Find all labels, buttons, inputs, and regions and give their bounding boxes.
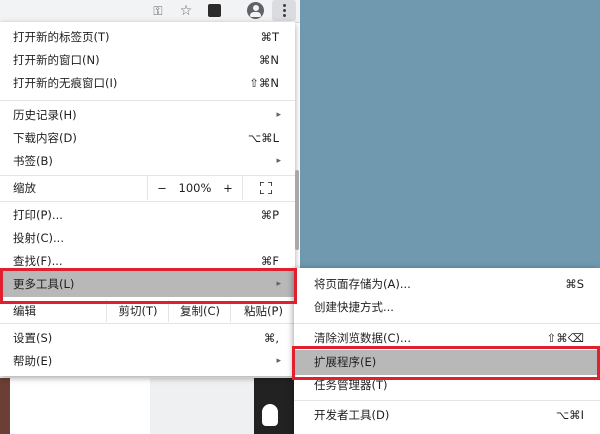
page-background-image bbox=[0, 378, 10, 434]
submenu-item-save-page[interactable]: 将页面存储为(A)... ⌘S bbox=[294, 273, 600, 296]
menu-item-bookmarks[interactable]: 书签(B) ▸ bbox=[0, 150, 295, 173]
menu-item-label: 打开新的窗口(N) bbox=[13, 53, 100, 67]
zoom-in-button[interactable]: + bbox=[218, 176, 238, 200]
menu-item-shortcut: ⌘T bbox=[260, 30, 279, 44]
menu-item-find[interactable]: 查找(F)... ⌘F bbox=[0, 250, 295, 273]
menu-item-print[interactable]: 打印(P)... ⌘P bbox=[0, 204, 295, 227]
menu-separator bbox=[0, 201, 295, 202]
chevron-right-icon: ▸ bbox=[276, 156, 281, 166]
menu-item-label: 设置(S) bbox=[13, 331, 53, 345]
qq-penguin-icon bbox=[262, 404, 278, 426]
zoom-out-button[interactable]: − bbox=[152, 176, 172, 200]
copy-button[interactable]: 复制(C) bbox=[168, 300, 231, 322]
menu-item-help[interactable]: 帮助(E) ▸ bbox=[0, 350, 295, 373]
menu-item-label: 更多工具(L) bbox=[13, 277, 75, 291]
menu-item-label: 扩展程序(E) bbox=[314, 355, 377, 369]
menu-item-new-tab[interactable]: 打开新的标签页(T) ⌘T bbox=[0, 26, 295, 49]
menu-item-shortcut: ⌘P bbox=[260, 208, 279, 222]
key-icon[interactable]: ⚿ bbox=[150, 2, 166, 20]
menu-item-shortcut: ⌘N bbox=[258, 53, 279, 67]
zoom-label: 缩放 bbox=[13, 181, 36, 195]
menu-item-shortcut: ⌘, bbox=[263, 331, 279, 345]
zoom-controls: − 100% + bbox=[147, 176, 243, 200]
submenu-item-task-manager[interactable]: 任务管理器(T) bbox=[294, 374, 600, 397]
menu-item-label: 帮助(E) bbox=[13, 354, 53, 368]
menu-item-shortcut: ⌘S bbox=[565, 277, 584, 291]
menu-item-label: 投射(C)... bbox=[13, 231, 64, 245]
page-scrollbar[interactable] bbox=[295, 170, 299, 250]
menu-item-label: 任务管理器(T) bbox=[314, 378, 388, 392]
menu-item-history[interactable]: 历史记录(H) ▸ bbox=[0, 104, 295, 127]
menu-edit-row: 编辑 剪切(T) 复制(C) 粘贴(P) bbox=[0, 300, 295, 322]
menu-separator bbox=[294, 400, 600, 401]
menu-item-label: 下载内容(D) bbox=[13, 131, 77, 145]
menu-item-label: 查找(F)... bbox=[13, 254, 63, 268]
browser-toolbar: ⚿ ☆ bbox=[0, 0, 300, 23]
star-icon[interactable]: ☆ bbox=[178, 2, 194, 20]
menu-item-label: 将页面存储为(A)... bbox=[314, 277, 411, 291]
submenu-item-developer-tools[interactable]: 开发者工具(D) ⌥⌘I bbox=[294, 404, 600, 427]
fullscreen-icon[interactable] bbox=[260, 182, 272, 194]
menu-item-label: 开发者工具(D) bbox=[314, 408, 390, 422]
menu-item-label: 书签(B) bbox=[13, 154, 53, 168]
menu-item-label: 打开新的无痕窗口(I) bbox=[13, 76, 118, 90]
dot-icon bbox=[282, 14, 286, 17]
menu-separator bbox=[294, 323, 600, 324]
menu-item-settings[interactable]: 设置(S) ⌘, bbox=[0, 327, 295, 350]
menu-item-label: 清除浏览数据(C)... bbox=[314, 331, 411, 345]
extension-icon[interactable] bbox=[208, 4, 221, 17]
chevron-right-icon: ▸ bbox=[276, 110, 281, 120]
menu-item-more-tools[interactable]: 更多工具(L) ▸ bbox=[0, 271, 295, 297]
chrome-main-menu: 打开新的标签页(T) ⌘T 打开新的窗口(N) ⌘N 打开新的无痕窗口(I) ⇧… bbox=[0, 22, 295, 376]
chevron-right-icon: ▸ bbox=[276, 356, 281, 366]
menu-item-label: 打开新的标签页(T) bbox=[13, 30, 110, 44]
cut-button[interactable]: 剪切(T) bbox=[106, 300, 169, 322]
edit-label: 编辑 bbox=[13, 304, 36, 318]
menu-item-downloads[interactable]: 下载内容(D) ⌥⌘L bbox=[0, 127, 295, 150]
menu-item-shortcut: ⌥⌘I bbox=[555, 408, 584, 422]
menu-item-shortcut: ⌘F bbox=[260, 254, 279, 268]
more-tools-submenu: 将页面存储为(A)... ⌘S 创建快捷方式... 清除浏览数据(C)... ⇧… bbox=[294, 268, 600, 434]
menu-separator bbox=[0, 323, 295, 324]
submenu-item-create-shortcut[interactable]: 创建快捷方式... bbox=[294, 296, 600, 319]
menu-item-shortcut: ⌥⌘L bbox=[247, 131, 279, 145]
menu-separator bbox=[0, 100, 295, 101]
submenu-item-clear-browsing-data[interactable]: 清除浏览数据(C)... ⇧⌘⌫ bbox=[294, 327, 600, 350]
menu-item-new-window[interactable]: 打开新的窗口(N) ⌘N bbox=[0, 49, 295, 72]
menu-item-shortcut: ⇧⌘⌫ bbox=[546, 331, 584, 345]
zoom-level: 100% bbox=[178, 181, 212, 195]
menu-kebab-button[interactable] bbox=[272, 0, 296, 21]
menu-item-cast[interactable]: 投射(C)... bbox=[0, 227, 295, 250]
menu-item-label: 创建快捷方式... bbox=[314, 300, 394, 314]
menu-item-label: 打印(P)... bbox=[13, 208, 63, 222]
menu-item-shortcut: ⇧⌘N bbox=[249, 76, 279, 90]
menu-item-new-incognito-window[interactable]: 打开新的无痕窗口(I) ⇧⌘N bbox=[0, 72, 295, 95]
dot-icon bbox=[282, 4, 286, 7]
profile-icon[interactable] bbox=[247, 2, 264, 19]
chevron-right-icon: ▸ bbox=[276, 279, 281, 289]
menu-item-label: 历史记录(H) bbox=[13, 108, 77, 122]
dot-icon bbox=[282, 9, 286, 12]
submenu-item-extensions[interactable]: 扩展程序(E) bbox=[294, 350, 600, 375]
paste-button[interactable]: 粘贴(P) bbox=[230, 300, 296, 322]
page-background-panel bbox=[150, 378, 254, 434]
menu-zoom-row: 缩放 − 100% + bbox=[0, 176, 295, 200]
